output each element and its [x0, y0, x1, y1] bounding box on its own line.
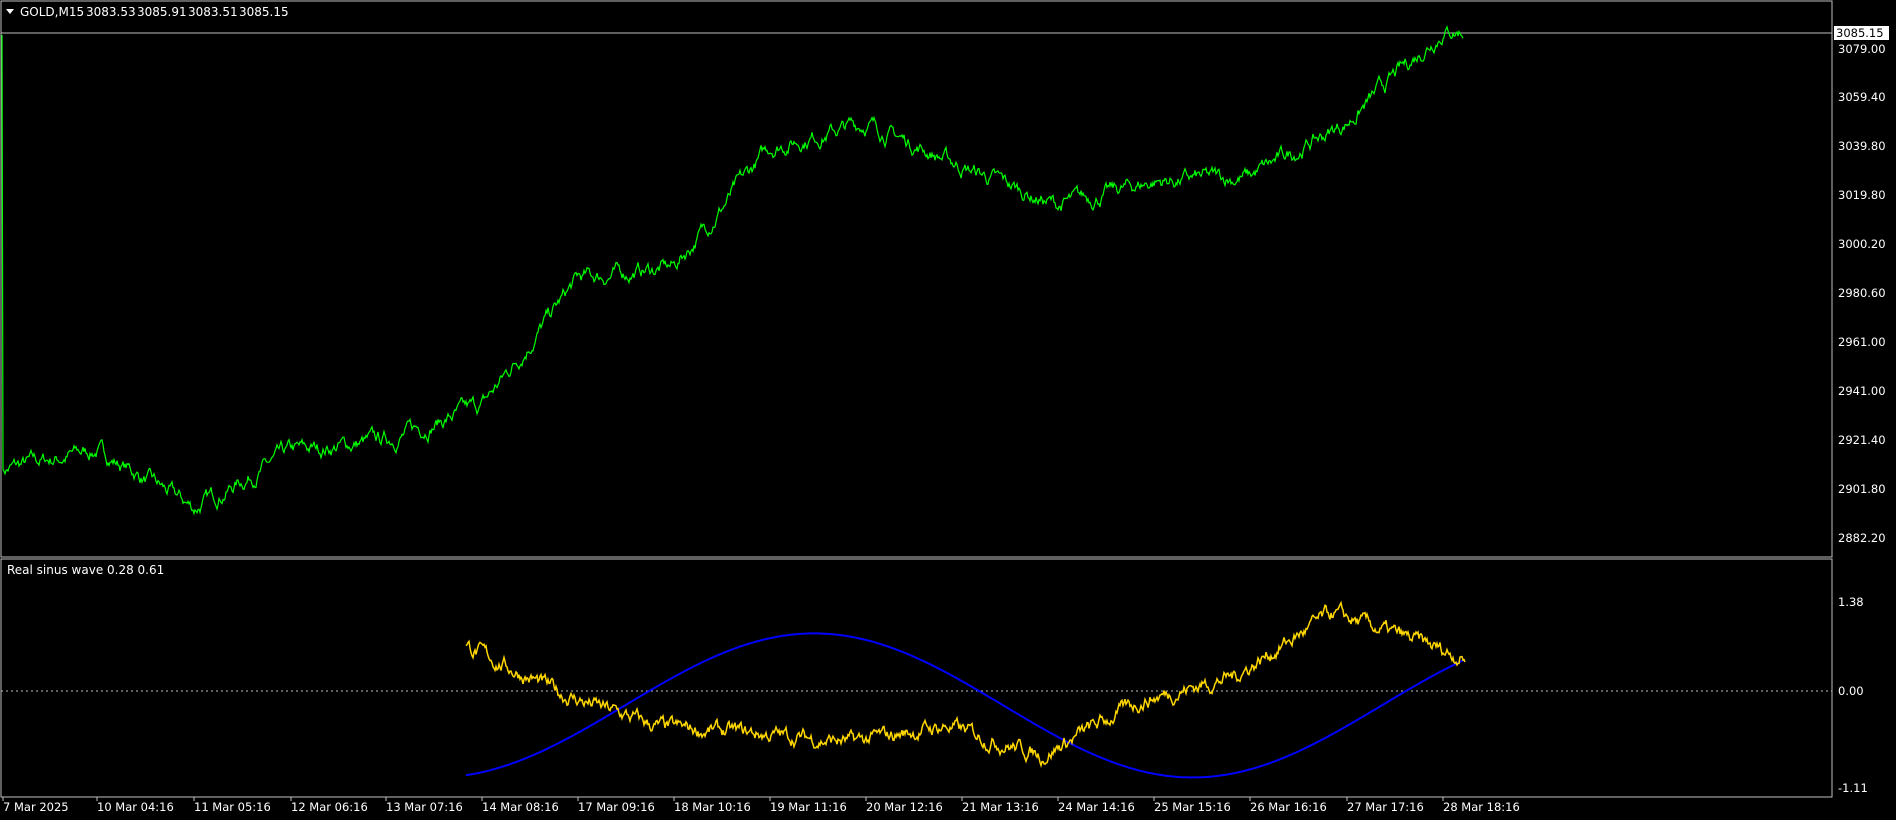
time-tick-label: 21 Mar 13:16 — [962, 800, 1039, 814]
time-tick-label: 26 Mar 16:16 — [1250, 800, 1327, 814]
price-tick-label: 3000.20 — [1838, 237, 1886, 251]
time-tick-label: 10 Mar 04:16 — [97, 800, 174, 814]
time-tick-label: 19 Mar 11:16 — [770, 800, 847, 814]
price-tick-label: 2980.60 — [1838, 286, 1886, 300]
price-axis: 3079.00 3059.40 3039.80 3019.80 3000.20 … — [1838, 42, 1886, 545]
main-chart-area[interactable] — [0, 0, 1833, 558]
price-series-line — [1, 25, 1464, 516]
indicator-tick-label: 1.38 — [1838, 595, 1864, 609]
time-tick-label: 12 Mar 06:16 — [291, 800, 368, 814]
low-price: 3083.51 — [188, 5, 238, 19]
price-tick-label: 2941.00 — [1838, 384, 1886, 398]
time-tick-label: 25 Mar 15:16 — [1154, 800, 1231, 814]
open-price: 3083.53 — [86, 5, 136, 19]
price-tick-label: 3019.80 — [1838, 188, 1886, 202]
price-tick-label: 2882.20 — [1838, 531, 1886, 545]
collapse-triangle-icon[interactable] — [6, 9, 14, 14]
indicator-tick-label: 0.00 — [1838, 684, 1864, 698]
price-tick-label: 2961.00 — [1838, 335, 1886, 349]
time-axis: 7 Mar 2025 10 Mar 04:16 11 Mar 05:16 12 Mar… — [2, 797, 1520, 814]
time-tick-label: 20 Mar 12:16 — [866, 800, 943, 814]
current-price-label: 3085.15 — [1836, 26, 1884, 40]
time-tick-label: 13 Mar 07:16 — [386, 800, 463, 814]
indicator-tick-label: -1.11 — [1838, 781, 1868, 795]
indicator-area[interactable] — [0, 558, 1833, 798]
price-tick-label: 3039.80 — [1838, 139, 1886, 153]
time-tick-label: 28 Mar 18:16 — [1443, 800, 1520, 814]
symbol-timeframe: GOLD,M15 — [20, 5, 84, 19]
price-tick-label: 2921.40 — [1838, 433, 1886, 447]
chart-window[interactable]: GOLD,M15 3083.53 3085.91 3083.51 3085.15… — [0, 0, 1896, 820]
price-tick-label: 3079.00 — [1838, 42, 1886, 56]
time-tick-label: 27 Mar 17:16 — [1347, 800, 1424, 814]
time-tick-label: 24 Mar 14:16 — [1058, 800, 1135, 814]
close-price: 3085.15 — [239, 5, 289, 19]
time-tick-label: 17 Mar 09:16 — [578, 800, 655, 814]
price-tick-label: 2901.80 — [1838, 482, 1886, 496]
price-tick-label: 3059.40 — [1838, 90, 1886, 104]
time-tick-label: 14 Mar 08:16 — [482, 800, 559, 814]
indicator-label: Real sinus wave 0.28 0.61 — [7, 563, 164, 577]
time-tick-label: 18 Mar 10:16 — [674, 800, 751, 814]
time-tick-label: 11 Mar 05:16 — [194, 800, 271, 814]
time-tick-label: 7 Mar 2025 — [3, 800, 69, 814]
high-price: 3085.91 — [137, 5, 187, 19]
